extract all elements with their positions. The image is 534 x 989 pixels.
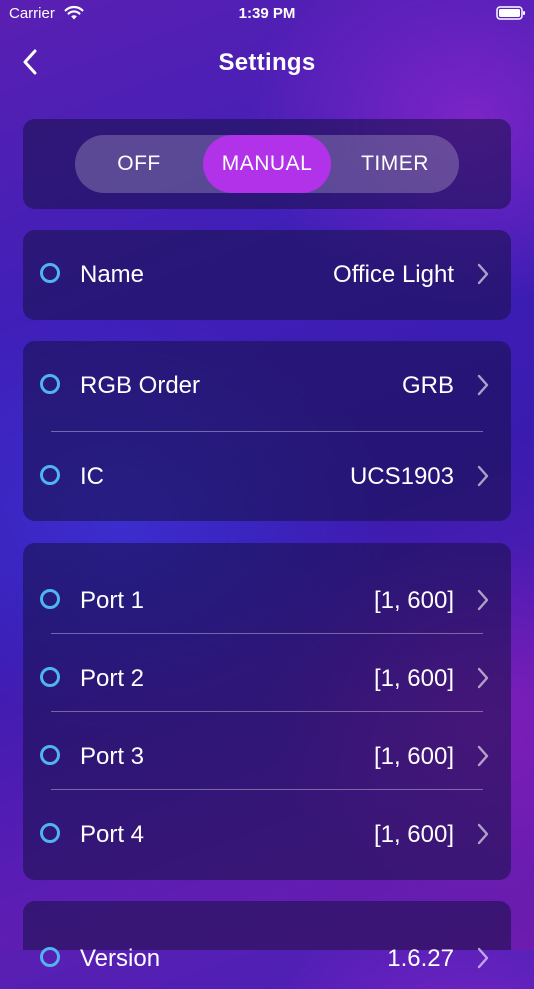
page-title: Settings — [218, 49, 316, 76]
name-label: Name — [80, 261, 145, 288]
chevron-right-icon — [477, 823, 489, 845]
circle-indicator-icon — [40, 374, 60, 394]
ic-row[interactable]: IC UCS1903 — [23, 447, 511, 507]
port-1-row[interactable]: Port 1 [1, 600] — [23, 571, 511, 631]
divider — [51, 633, 483, 634]
version-value: 1.6.27 — [387, 945, 454, 972]
name-row[interactable]: Name Office Light — [23, 245, 511, 305]
port-4-row[interactable]: Port 4 [1, 600] — [23, 805, 511, 865]
chevron-right-icon — [477, 745, 489, 767]
name-card: Name Office Light — [23, 230, 511, 320]
name-value: Office Light — [333, 261, 454, 288]
circle-indicator-icon — [40, 667, 60, 687]
hardware-card: RGB Order GRB IC UCS1903 — [23, 341, 511, 521]
mode-segmented-control[interactable]: OFF MANUAL TIMER — [75, 135, 459, 193]
ic-label: IC — [80, 463, 104, 490]
circle-indicator-icon — [40, 947, 60, 967]
divider — [51, 789, 483, 790]
circle-indicator-icon — [40, 465, 60, 485]
chevron-right-icon — [477, 667, 489, 689]
port-label: Port 1 — [80, 587, 145, 614]
circle-indicator-icon — [40, 745, 60, 765]
circle-indicator-icon — [40, 589, 60, 609]
navigation-bar: Settings — [0, 40, 534, 86]
version-label: Version — [80, 945, 161, 972]
port-label: Port 3 — [80, 743, 145, 770]
chevron-right-icon — [477, 263, 489, 285]
segment-manual[interactable]: MANUAL — [203, 135, 331, 193]
version-row[interactable]: Version 1.6.27 — [23, 929, 511, 989]
segment-off[interactable]: OFF — [75, 135, 203, 193]
divider — [51, 711, 483, 712]
about-card: Version 1.6.27 — [23, 901, 511, 972]
battery-icon — [496, 6, 525, 20]
circle-indicator-icon — [40, 263, 60, 283]
port-3-row[interactable]: Port 3 [1, 600] — [23, 727, 511, 787]
chevron-right-icon — [477, 374, 489, 396]
port-range-value: [1, 600] — [373, 743, 454, 770]
rgb-order-label: RGB Order — [80, 372, 201, 399]
chevron-right-icon — [477, 465, 489, 487]
port-label: Port 4 — [80, 821, 145, 848]
port-range-value: [1, 600] — [373, 665, 454, 692]
port-range-value: [1, 600] — [373, 821, 454, 848]
status-time: 1:39 PM — [238, 5, 296, 22]
port-range-value: [1, 600] — [373, 587, 454, 614]
chevron-right-icon — [477, 589, 489, 611]
circle-indicator-icon — [40, 823, 60, 843]
divider — [51, 431, 483, 432]
rgb-order-value: GRB — [401, 372, 454, 399]
port-label: Port 2 — [80, 665, 145, 692]
ports-card: Port 1 [1, 600] Port 2 [1, 600] Port 3 [… — [23, 543, 511, 880]
rgb-order-row[interactable]: RGB Order GRB — [23, 356, 511, 416]
port-2-row[interactable]: Port 2 [1, 600] — [23, 649, 511, 709]
status-bar: Carrier 1:39 PM — [0, 0, 534, 28]
chevron-right-icon — [477, 947, 489, 969]
mode-card: OFF MANUAL TIMER — [23, 119, 511, 209]
segment-timer[interactable]: TIMER — [331, 135, 459, 193]
ic-value: UCS1903 — [349, 463, 454, 490]
